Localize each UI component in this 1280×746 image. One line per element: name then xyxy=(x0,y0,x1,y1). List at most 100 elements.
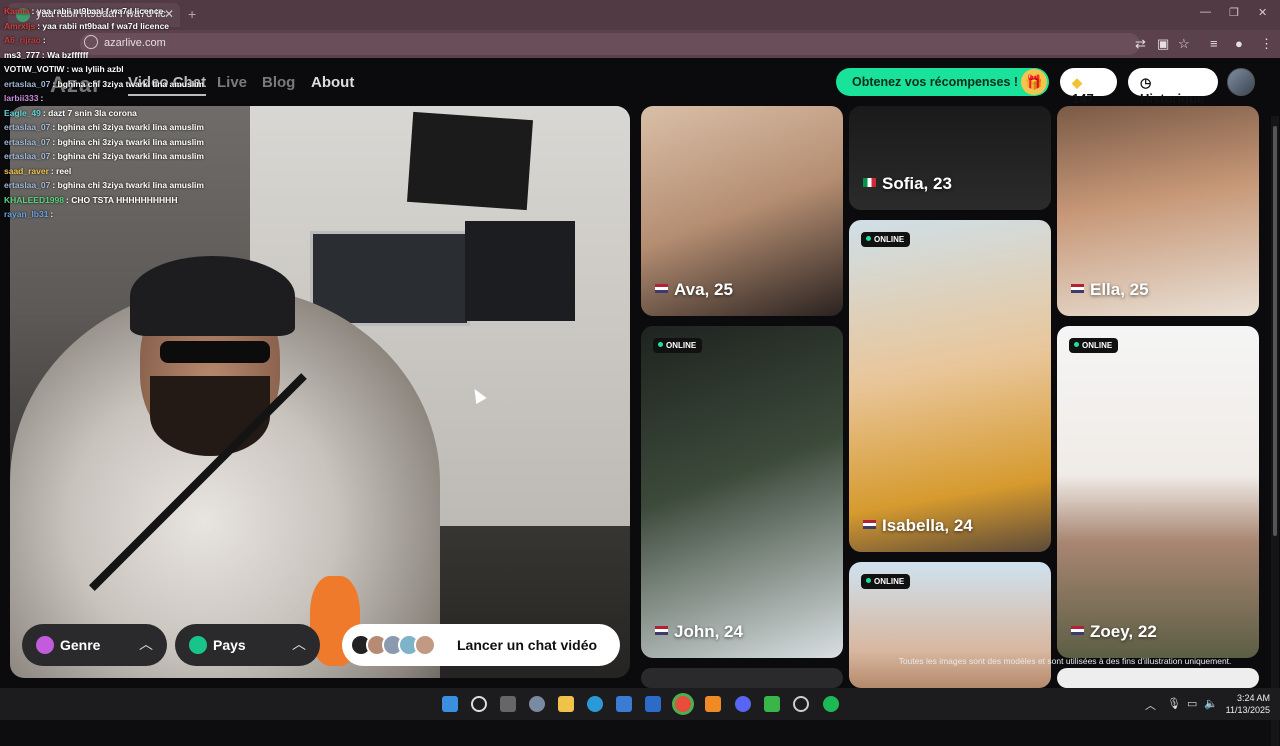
spotify-icon[interactable] xyxy=(823,696,839,712)
edge-icon[interactable] xyxy=(587,696,603,712)
mail-icon[interactable] xyxy=(645,696,661,712)
gems-button[interactable]: ◆ 147 xyxy=(1060,68,1117,106)
profile-card-sofia[interactable]: Sofia, 23 xyxy=(849,106,1051,210)
page-scrollbar[interactable] xyxy=(1271,116,1279,746)
volume-icon[interactable]: 🔈 xyxy=(1204,697,1218,710)
chat-text: Wa bzffffff xyxy=(47,49,89,60)
chat-text: bghina chi 3ziya twarki lina amuslim xyxy=(57,122,204,132)
window-close-icon[interactable]: ✕ xyxy=(1258,6,1267,19)
clock-icon: ◷ xyxy=(1140,75,1152,90)
history-button[interactable]: ◷ Historique xyxy=(1128,68,1218,106)
chat-separator: : xyxy=(52,151,56,161)
chat-text: bghina chi 3ziya twarki lina amuslim xyxy=(57,151,204,161)
maximize-icon[interactable]: ❐ xyxy=(1229,6,1239,19)
chat-text: bghina chi 3ziya twarki lina amuslim xyxy=(57,78,204,89)
chat-username: ertaslaa_07 xyxy=(4,151,51,161)
minimize-icon[interactable]: — xyxy=(1200,6,1211,18)
profile-card-online[interactable]: ONLINE xyxy=(849,562,1051,688)
chat-username: ertaslaa_07 xyxy=(4,78,51,89)
file-explorer-icon[interactable] xyxy=(558,696,574,712)
disclaimer-text: Toutes les images sont des modèles et so… xyxy=(898,656,1232,666)
system-clock[interactable]: 3:24 AM 11/13/2025 xyxy=(1222,692,1270,716)
chevron-up-icon: ︿ xyxy=(139,636,153,652)
chat-text: yaa rabii nt9baal f wa7d licence xyxy=(36,6,164,16)
nav-about[interactable]: About xyxy=(311,74,354,91)
gift-icon: 🎁 xyxy=(1021,69,1047,95)
start-video-chat-button[interactable]: Lancer un chat vidéo xyxy=(342,624,620,666)
chat-message: ertaslaa_07: bghina chi 3ziya twarki lin… xyxy=(4,151,204,161)
settings-icon[interactable] xyxy=(529,696,545,712)
chat-separator: : xyxy=(41,49,45,60)
task-view-icon[interactable] xyxy=(500,696,516,712)
profile-name: Sofia, 23 xyxy=(882,174,952,193)
network-icon[interactable]: ▭ xyxy=(1187,697,1197,710)
avatar xyxy=(414,634,436,656)
profile-card-zoey[interactable]: ONLINE Zoey, 22 xyxy=(1057,326,1259,658)
store-icon[interactable] xyxy=(616,696,632,712)
rewards-button[interactable]: Obtenez vos récompenses ! 🎁 xyxy=(836,68,1049,96)
obs-icon[interactable] xyxy=(793,696,809,712)
chat-username: A6_rijrao xyxy=(4,35,41,45)
windows-taskbar: ︿ 🎙 ▭ 🔈 3:24 AM 11/13/2025 xyxy=(0,688,1280,720)
globe-icon xyxy=(189,636,207,654)
country-filter-button[interactable]: Pays ︿ xyxy=(175,624,320,666)
gender-label: Genre xyxy=(60,637,101,653)
profile-card-isabella[interactable]: ONLINE Isabella, 24 xyxy=(849,220,1051,552)
chat-username: Amrxljs xyxy=(4,20,36,31)
chat-username: rayan_lb31 xyxy=(4,209,49,219)
chat-separator: : xyxy=(52,180,56,190)
start-video-chat-label: Lancer un chat vidéo xyxy=(457,637,598,653)
chat-username: Eagle_49 xyxy=(4,107,41,118)
profile-name: Isabella, 24 xyxy=(882,516,973,535)
chat-separator: : xyxy=(37,20,41,31)
profile-card-ella[interactable]: Ella, 25 xyxy=(1057,106,1259,316)
it-flag-icon xyxy=(863,178,876,187)
cap xyxy=(130,256,295,336)
app-icon[interactable] xyxy=(705,696,721,712)
gender-filter-button[interactable]: Genre ︿ xyxy=(22,624,167,666)
chat-separator: : xyxy=(52,78,56,89)
profile-name: Ava, 25 xyxy=(674,280,733,299)
menu-icon[interactable]: ⋮ xyxy=(1260,36,1273,52)
profile-card-john[interactable]: ONLINE John, 24 xyxy=(641,326,843,658)
history-label: Historique xyxy=(1140,91,1205,106)
chat-username: ertaslaa_07 xyxy=(4,180,51,190)
chat-message: A6_rijrao: xyxy=(4,35,46,45)
reading-list-icon[interactable]: ≡ xyxy=(1210,36,1218,51)
discord-icon[interactable] xyxy=(735,696,751,712)
chrome-icon[interactable] xyxy=(675,696,691,712)
chat-text: dazt 7 snin 3la corona xyxy=(48,107,137,118)
monitor xyxy=(310,231,470,326)
chat-message: Kamia: yaa rabii nt9baal f wa7d licence xyxy=(4,6,163,16)
chevron-up-icon[interactable]: ︿ xyxy=(1145,697,1156,713)
country-label: Pays xyxy=(213,637,246,653)
chat-message: ertaslaa_07: bghina chi 3ziya twarki lin… xyxy=(4,122,204,132)
online-badge: ONLINE xyxy=(861,574,911,589)
translate-icon[interactable]: ⇄ xyxy=(1135,36,1146,52)
cast-icon[interactable]: ▣ xyxy=(1157,36,1169,52)
chat-text: bghina chi 3ziya twarki lina amuslim xyxy=(57,136,204,147)
chat-message: ertaslaa_07: bghina chi 3ziya twarki lin… xyxy=(4,180,204,190)
avatar[interactable] xyxy=(1227,68,1255,96)
chat-message: Eagle_49: dazt 7 snin 3la corona xyxy=(4,108,137,118)
gem-icon: ◆ xyxy=(1072,75,1082,90)
chat-separator: : xyxy=(66,194,69,205)
star-icon[interactable]: ☆ xyxy=(1178,36,1190,52)
profile-card-next[interactable] xyxy=(641,668,843,688)
chat-username: ms3_777 xyxy=(4,49,40,60)
search-icon[interactable] xyxy=(471,696,487,712)
chat-separator: : xyxy=(52,136,56,147)
profile-card-next[interactable] xyxy=(1057,668,1259,688)
gem-count: 147 xyxy=(1072,91,1094,106)
microphone-icon[interactable]: 🎙 xyxy=(1167,697,1181,710)
media-icon[interactable] xyxy=(764,696,780,712)
chat-message: ms3_777: Wa bzffffff xyxy=(4,50,88,60)
profile-card-ava[interactable]: Ava, 25 xyxy=(641,106,843,316)
chat-message: saad_raver: reel xyxy=(4,166,71,176)
us-flag-icon xyxy=(1071,626,1084,635)
chat-separator: : xyxy=(42,35,46,45)
chat-username: ertaslaa_07 xyxy=(4,136,51,147)
start-icon[interactable] xyxy=(442,696,458,712)
profile-icon[interactable]: ● xyxy=(1235,36,1243,51)
monitor xyxy=(465,221,575,321)
